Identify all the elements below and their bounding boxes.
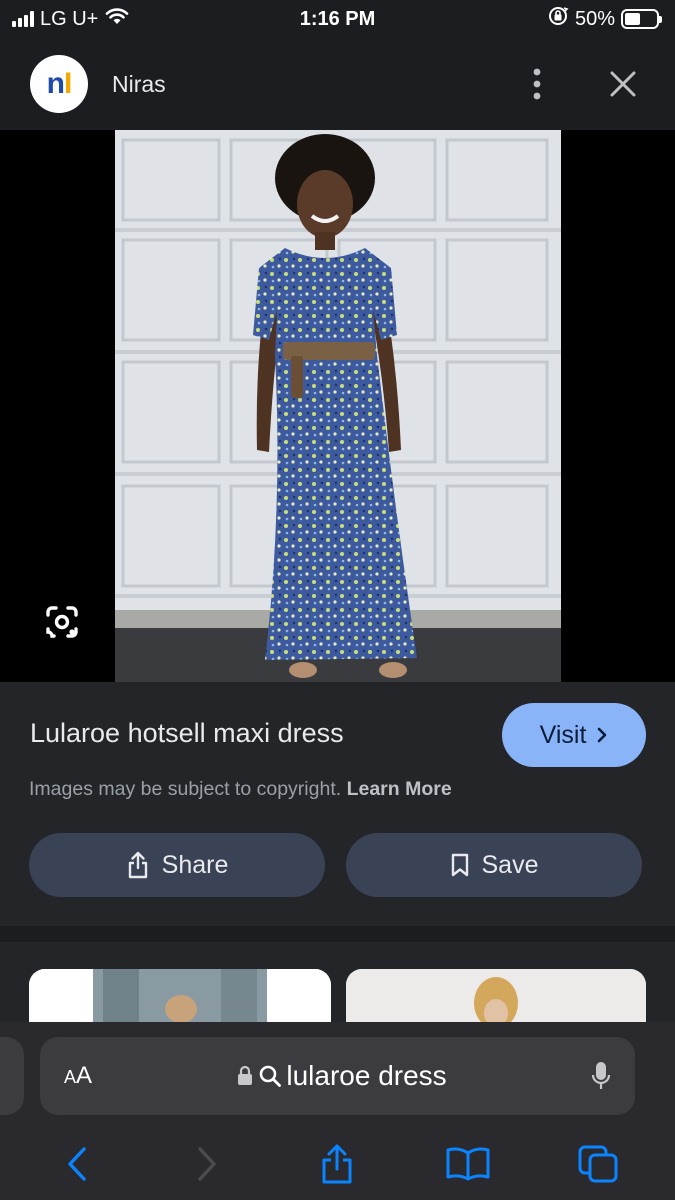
- visit-label: Visit: [539, 720, 587, 749]
- tabs-button[interactable]: [568, 1136, 628, 1192]
- save-label: Save: [481, 850, 539, 879]
- copyright-text: Images may be subject to copyright.: [29, 778, 342, 800]
- lens-icon: [46, 606, 78, 638]
- site-name[interactable]: Niras: [112, 71, 515, 98]
- text-size-button[interactable]: AA: [64, 1062, 92, 1090]
- site-logo[interactable]: nI: [30, 55, 88, 113]
- product-image[interactable]: [115, 130, 561, 682]
- logo-letter-n: n: [46, 67, 65, 100]
- copyright-notice: Images may be subject to copyright. Lear…: [29, 778, 452, 801]
- chevron-left-icon: [68, 1147, 86, 1181]
- screen: LG U+ 1:16 PM 50% nI Niras Lularoe hotse…: [0, 0, 675, 1200]
- chevron-right-icon: [598, 727, 607, 743]
- carrier-label: LG U+: [40, 7, 99, 30]
- section-divider: [0, 926, 675, 942]
- chevron-right-icon: [198, 1147, 216, 1181]
- address-bar[interactable]: AA lularoe dress: [40, 1037, 635, 1115]
- logo-letter-i: I: [63, 67, 72, 100]
- lock-icon: [238, 1065, 253, 1085]
- dress-photo-illustration: [115, 130, 561, 682]
- close-button[interactable]: [601, 62, 645, 106]
- more-options-button[interactable]: [515, 62, 559, 106]
- wifi-icon: [104, 6, 130, 32]
- bookmarks-button[interactable]: [438, 1136, 498, 1192]
- bookmark-icon: [451, 853, 468, 877]
- battery-percent: 50%: [574, 7, 615, 30]
- share-icon: [322, 1144, 352, 1184]
- tabs-icon: [578, 1145, 618, 1183]
- status-bar: LG U+ 1:16 PM 50%: [0, 0, 675, 38]
- share-label: Share: [161, 850, 229, 879]
- share-icon: [128, 851, 147, 879]
- result-info-panel: Lularoe hotsell maxi dress Visit Images …: [0, 682, 675, 926]
- related-images: [0, 942, 675, 1039]
- learn-more-link[interactable]: Learn More: [347, 778, 452, 800]
- book-icon: [446, 1147, 490, 1181]
- close-icon: [610, 71, 636, 97]
- status-right: 50%: [547, 5, 662, 33]
- orientation-lock-icon: [547, 5, 569, 33]
- microphone-icon[interactable]: [591, 1060, 611, 1092]
- url-field[interactable]: lularoe dress: [92, 1060, 591, 1092]
- result-header: nI Niras: [0, 38, 675, 130]
- back-button[interactable]: [47, 1136, 107, 1192]
- visit-button[interactable]: Visit: [502, 703, 646, 767]
- browser-bottom-bar: AA lularoe dress: [0, 1022, 675, 1200]
- image-viewer: [0, 130, 675, 682]
- save-button[interactable]: Save: [346, 833, 642, 897]
- status-left: LG U+: [12, 6, 130, 32]
- search-icon: [260, 1065, 282, 1087]
- previous-tab-preview[interactable]: [0, 1037, 24, 1115]
- signal-icon: [12, 11, 34, 27]
- browser-share-button[interactable]: [307, 1136, 367, 1192]
- url-text: lularoe dress: [286, 1060, 447, 1091]
- share-button[interactable]: Share: [29, 833, 325, 897]
- battery-icon: [621, 9, 662, 29]
- result-title[interactable]: Lularoe hotsell maxi dress: [30, 718, 344, 749]
- browser-toolbar: [0, 1134, 675, 1194]
- battery-fill: [625, 13, 640, 25]
- google-lens-button[interactable]: [40, 600, 84, 644]
- more-vertical-icon: [533, 68, 541, 100]
- forward-button[interactable]: [177, 1136, 237, 1192]
